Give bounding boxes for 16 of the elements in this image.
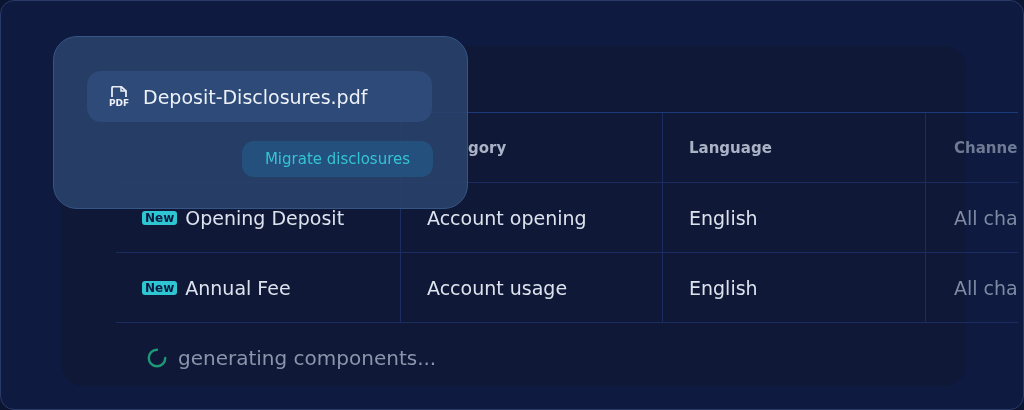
table-cell: English: [663, 253, 926, 322]
status-text: generating components...: [178, 346, 437, 370]
new-badge: New: [142, 210, 178, 225]
table-cell: Account usage: [401, 253, 663, 322]
column-header: Language: [663, 113, 926, 182]
migrate-button[interactable]: Migrate disclosures: [242, 141, 433, 177]
column-header: Channe: [953, 137, 1018, 159]
row-name: Opening Deposit: [185, 206, 345, 229]
table-cell-text: All cha: [953, 275, 1018, 301]
row-name: Annual Fee: [185, 276, 291, 299]
column-header-text: gory: [467, 138, 507, 157]
new-badge: New: [142, 280, 178, 295]
table-cell: English: [663, 183, 926, 252]
table-cell-text: All cha: [953, 205, 1018, 231]
file-chip[interactable]: PDF Deposit-Disclosures.pdf: [87, 71, 432, 122]
spinner-icon: [146, 347, 168, 369]
